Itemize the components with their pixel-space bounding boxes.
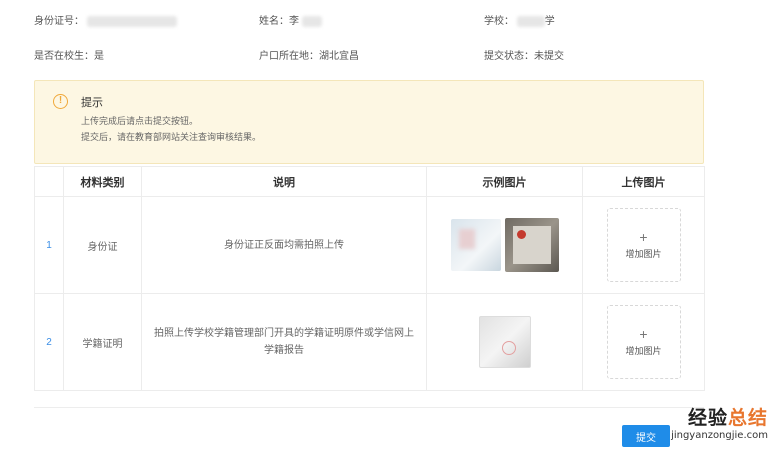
row-description: 拍照上传学校学籍管理部门开具的学籍证明原件或学信网上学籍报告 [141, 293, 427, 391]
materials-table: 材料类别 说明 示例图片 上传图片 1 身份证 身份证正反面均需拍照上传 + 增… [34, 166, 705, 391]
submit-button[interactable]: 提交 [622, 425, 670, 447]
enrolled-value: 是 [94, 51, 104, 62]
plus-icon: + [639, 326, 648, 342]
id-number-redacted [86, 15, 177, 27]
watermark-url: jingyanzongjie.com [671, 430, 768, 441]
hukou-field: 户口所在地：湖北宜昌 [259, 47, 359, 62]
divider [34, 407, 704, 408]
upload-cell: + 增加图片 [582, 196, 705, 294]
status-label: 提交状态： [484, 51, 534, 62]
name-field: 姓名：李 [259, 12, 322, 27]
notice-line-1: 上传完成后请点击提交按钮。 [81, 116, 199, 126]
watermark-title: 经验总结 [671, 403, 768, 430]
status-value: 未提交 [534, 51, 564, 62]
name-value: 李 [289, 16, 299, 27]
header-index [34, 166, 64, 197]
header-category: 材料类别 [63, 166, 142, 197]
upload-cell: + 增加图片 [582, 293, 705, 391]
enrolled-field: 是否在校生：是 [34, 47, 104, 62]
notice-title: 提示 [81, 97, 103, 109]
row-number: 2 [34, 293, 64, 391]
add-image-button[interactable]: + 增加图片 [606, 208, 681, 282]
id-card-back-sample-image[interactable] [504, 218, 559, 272]
hukou-value: 湖北宜昌 [319, 51, 359, 62]
status-field: 提交状态：未提交 [484, 47, 564, 62]
hukou-label: 户口所在地： [259, 51, 319, 62]
name-redacted [301, 15, 322, 27]
row-description: 身份证正反面均需拍照上传 [141, 196, 427, 294]
row-category: 学籍证明 [63, 293, 142, 391]
sample-images-cell [426, 196, 583, 294]
table-row: 1 身份证 身份证正反面均需拍照上传 + 增加图片 [34, 196, 705, 294]
id-number-label: 身份证号： [34, 16, 84, 27]
plus-icon: + [639, 229, 648, 245]
school-value: 学 [544, 16, 555, 27]
enrolled-label: 是否在校生： [34, 51, 94, 62]
sample-images-cell [426, 293, 583, 391]
notice-line-2: 提交后，请在教育部网站关注查询审核结果。 [81, 132, 262, 142]
header-upload-image: 上传图片 [582, 166, 705, 197]
name-label: 姓名： [259, 16, 289, 27]
school-label: 学校： [484, 16, 514, 27]
watermark: 经验总结 jingyanzongjie.com [671, 403, 768, 441]
enrollment-certificate-sample-image[interactable] [478, 316, 531, 368]
school-redacted [516, 15, 545, 27]
exclamation-circle-icon: ! [53, 94, 68, 109]
id-card-front-sample-image[interactable] [450, 219, 501, 271]
add-image-label: 增加图片 [625, 249, 662, 259]
row-category: 身份证 [63, 196, 142, 294]
notice-box: ! 提示 上传完成后请点击提交按钮。 提交后，请在教育部网站关注查询审核结果。 [34, 80, 704, 164]
add-image-label: 增加图片 [625, 346, 662, 356]
add-image-button[interactable]: + 增加图片 [606, 305, 681, 379]
header-description: 说明 [141, 166, 427, 197]
watermark-title-a: 经验 [687, 407, 728, 429]
table-row: 2 学籍证明 拍照上传学校学籍管理部门开具的学籍证明原件或学信网上学籍报告 + … [34, 293, 705, 391]
id-number-field: 身份证号： [34, 12, 177, 27]
school-field: 学校： 学 [484, 12, 555, 27]
table-header-row: 材料类别 说明 示例图片 上传图片 [34, 166, 705, 197]
row-number: 1 [34, 196, 64, 294]
watermark-title-b: 总结 [727, 407, 768, 429]
header-sample-image: 示例图片 [426, 166, 583, 197]
